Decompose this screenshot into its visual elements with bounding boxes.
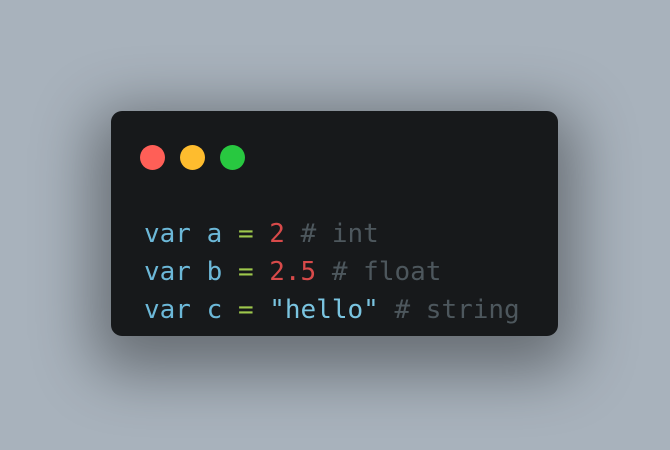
- window-controls: [140, 145, 245, 170]
- identifier: a: [206, 219, 223, 249]
- comment: # float: [331, 257, 442, 287]
- keyword: var: [144, 257, 191, 287]
- comment: # int: [300, 219, 379, 249]
- close-button[interactable]: [140, 145, 165, 170]
- code-block: var a = 2 # int var b = 2.5 # float var c …: [144, 215, 520, 329]
- minimize-button[interactable]: [180, 145, 205, 170]
- identifier: c: [206, 295, 223, 325]
- value: 2: [269, 219, 285, 249]
- operator: =: [237, 295, 254, 325]
- code-line: var b = 2.5 # float: [144, 253, 520, 291]
- operator: =: [237, 257, 254, 287]
- identifier: b: [206, 257, 223, 287]
- code-line: var c = "hello" # string: [144, 291, 520, 329]
- code-line: var a = 2 # int: [144, 215, 520, 253]
- value: "hello": [269, 295, 379, 325]
- comment: # string: [394, 295, 520, 325]
- keyword: var: [144, 219, 191, 249]
- maximize-button[interactable]: [220, 145, 245, 170]
- value: 2.5: [269, 257, 317, 287]
- operator: =: [237, 219, 254, 249]
- code-window: var a = 2 # int var b = 2.5 # float var c …: [111, 111, 558, 336]
- keyword: var: [144, 295, 191, 325]
